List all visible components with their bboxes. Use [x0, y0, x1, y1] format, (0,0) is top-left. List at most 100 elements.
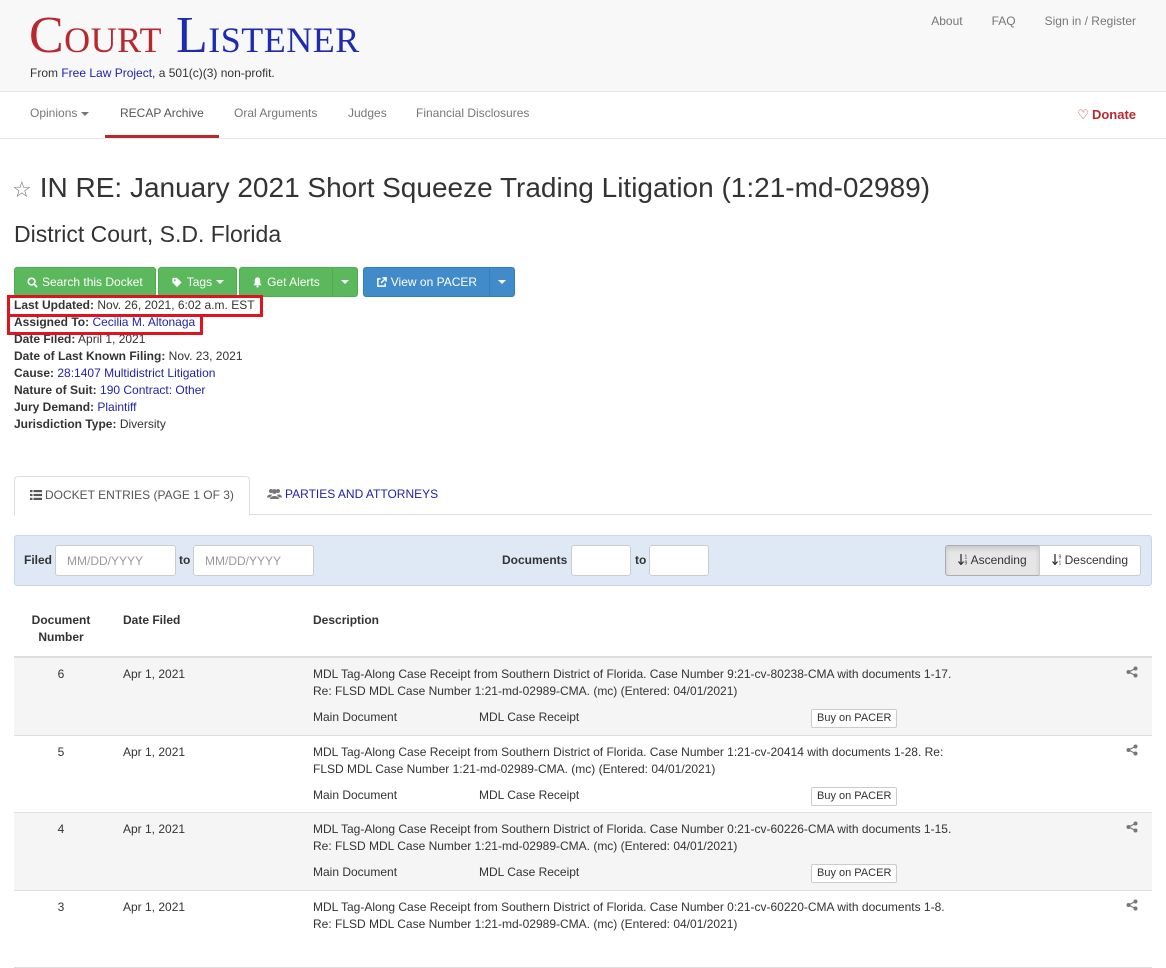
search-docket-label: Search this Docket [42, 268, 143, 296]
table-row: 4 Apr 1, 2021 MDL Tag-Along Case Receipt… [14, 813, 1152, 891]
sort-order-group: 1 9 Ascending 91Descending [945, 545, 1141, 576]
sort-ascending-button[interactable]: 19Ascending [945, 545, 1040, 576]
meta-nature-of-suit: Nature of Suit: 190 Contract: Other [14, 382, 255, 399]
docket-table-header: Document Number Date Filed Description [14, 612, 1152, 658]
meta-jury-demand: Jury Demand: Plaintiff [14, 399, 255, 416]
tab-parties-attorneys[interactable]: PARTIES AND ATTORNEYS [252, 476, 453, 515]
documents-label: Documents [502, 552, 567, 569]
tagline: From Free Law Project, a 501(c)(3) non-p… [30, 65, 275, 82]
star-icon[interactable]: ☆ [12, 177, 32, 202]
pacer-dropdown-toggle[interactable] [489, 267, 515, 297]
faq-link[interactable]: FAQ [992, 13, 1016, 30]
tab-docket-entries[interactable]: DOCKET ENTRIES (PAGE 1 OF 3) [14, 476, 250, 516]
attachment-description: MDL Case Receipt [479, 709, 579, 726]
attachment-description: MDL Case Receipt [479, 864, 579, 881]
chevron-down-icon [498, 280, 506, 284]
attachment-description: MDL Case Receipt [479, 787, 579, 804]
top-links: About FAQ Sign in / Register [931, 13, 1136, 30]
entry-description: MDL Tag-Along Case Receipt from Southern… [313, 821, 953, 855]
docket-tabs: DOCKET ENTRIES (PAGE 1 OF 3) PARTIES AND… [14, 476, 1152, 515]
documents-to-input[interactable] [649, 545, 709, 576]
nav-financial-disclosures[interactable]: Financial Disclosures [416, 92, 529, 138]
entry-description: MDL Tag-Along Case Receipt from Southern… [313, 666, 953, 700]
view-on-pacer-label: View on PACER [391, 268, 477, 296]
nav-judges[interactable]: Judges [348, 92, 387, 138]
jury-demand-link[interactable]: Plaintiff [97, 400, 136, 414]
sort-descending-label: Descending [1065, 553, 1128, 567]
document-number: 5 [14, 744, 108, 761]
meta-value: Diversity [120, 417, 166, 431]
share-icon[interactable] [1126, 666, 1138, 678]
meta-label: Cause: [14, 366, 54, 380]
meta-label: Jurisdiction Type: [14, 417, 116, 431]
filed-to-input[interactable] [193, 545, 314, 576]
buy-on-pacer-button[interactable]: Buy on PACER [811, 709, 897, 728]
tab-docket-label: DOCKET ENTRIES (PAGE 1 OF 3) [45, 488, 234, 502]
date-filed: Apr 1, 2021 [123, 899, 185, 916]
table-row: 6 Apr 1, 2021 MDL Tag-Along Case Receipt… [14, 658, 1152, 736]
document-number: 3 [14, 899, 108, 916]
tagline-prefix: From [30, 66, 61, 80]
site-header: CourtListener From Free Law Project, a 5… [0, 0, 1166, 92]
search-docket-button[interactable]: Search this Docket [14, 267, 156, 297]
alerts-dropdown-toggle[interactable] [332, 267, 358, 297]
about-link[interactable]: About [931, 13, 962, 30]
filed-from-input[interactable] [55, 545, 176, 576]
col-document-number: Document Number [14, 612, 108, 646]
svg-text:1: 1 [1058, 561, 1061, 566]
nav-opinions-label: Opinions [30, 106, 77, 120]
nav-opinions[interactable]: Opinions [30, 92, 89, 138]
donate-button[interactable]: ♡Donate [1077, 106, 1136, 124]
meta-label: Jury Demand: [14, 400, 94, 414]
sort-descending-icon: 91 [1052, 554, 1063, 565]
get-alerts-label: Get Alerts [267, 268, 320, 296]
date-filed: Apr 1, 2021 [123, 821, 185, 838]
tab-parties-label: PARTIES AND ATTORNEYS [285, 487, 438, 501]
heart-icon: ♡ [1077, 107, 1089, 122]
sort-ascending-label: Ascending [971, 553, 1027, 567]
buy-on-pacer-button[interactable]: Buy on PACER [811, 864, 897, 883]
courtlistener-logo[interactable]: CourtListener [29, 10, 360, 62]
filter-bar: Filed to Documents to 19Ascending 91Desc… [14, 535, 1152, 586]
main-document-label: Main Document [313, 709, 397, 726]
share-icon[interactable] [1126, 899, 1138, 911]
users-icon [267, 488, 282, 499]
case-title-text: IN RE: January 2021 Short Squeeze Tradin… [40, 172, 930, 203]
document-number: 6 [14, 666, 108, 683]
buy-on-pacer-button[interactable]: Buy on PACER [811, 787, 897, 806]
filed-to-label: to [179, 552, 190, 569]
logo-word-listener: Listener [176, 7, 360, 64]
logo-word-court: Court [29, 7, 162, 64]
tag-icon [171, 277, 183, 288]
get-alerts-button[interactable]: Get Alerts [239, 267, 333, 297]
nav-recap-archive[interactable]: RECAP Archive [105, 92, 219, 138]
document-number: 4 [14, 821, 108, 838]
tags-label: Tags [187, 268, 212, 296]
highlight-box-assigned-to [7, 314, 203, 335]
meta-label: Date of Last Known Filing: [14, 349, 165, 363]
cause-link[interactable]: 28:1407 Multidistrict Litigation [57, 366, 215, 380]
chevron-down-icon [216, 280, 224, 284]
sort-descending-button[interactable]: 91Descending [1039, 545, 1141, 576]
nav-oral-arguments[interactable]: Oral Arguments [234, 92, 317, 138]
chevron-down-icon [81, 112, 89, 116]
view-on-pacer-button[interactable]: View on PACER [363, 267, 490, 297]
documents-from-input[interactable] [571, 545, 631, 576]
share-icon[interactable] [1126, 821, 1138, 833]
tags-button[interactable]: Tags [158, 267, 237, 297]
col-date-filed: Date Filed [123, 612, 180, 629]
tagline-suffix: , a 501(c)(3) non-profit. [152, 66, 275, 80]
sign-in-link[interactable]: Sign in / Register [1045, 13, 1136, 30]
donate-label: Donate [1092, 107, 1136, 122]
svg-text:9: 9 [964, 561, 967, 566]
nature-of-suit-link[interactable]: 190 Contract: Other [100, 383, 205, 397]
chevron-down-icon [341, 280, 349, 284]
court-name: District Court, S.D. Florida [14, 218, 281, 251]
list-icon [30, 490, 42, 500]
entry-description: MDL Tag-Along Case Receipt from Southern… [313, 899, 953, 933]
share-icon[interactable] [1126, 744, 1138, 756]
free-law-project-link[interactable]: Free Law Project [61, 66, 152, 80]
documents-to-label: to [635, 552, 646, 569]
table-row: 5 Apr 1, 2021 MDL Tag-Along Case Receipt… [14, 736, 1152, 814]
meta-jurisdiction: Jurisdiction Type: Diversity [14, 416, 255, 433]
